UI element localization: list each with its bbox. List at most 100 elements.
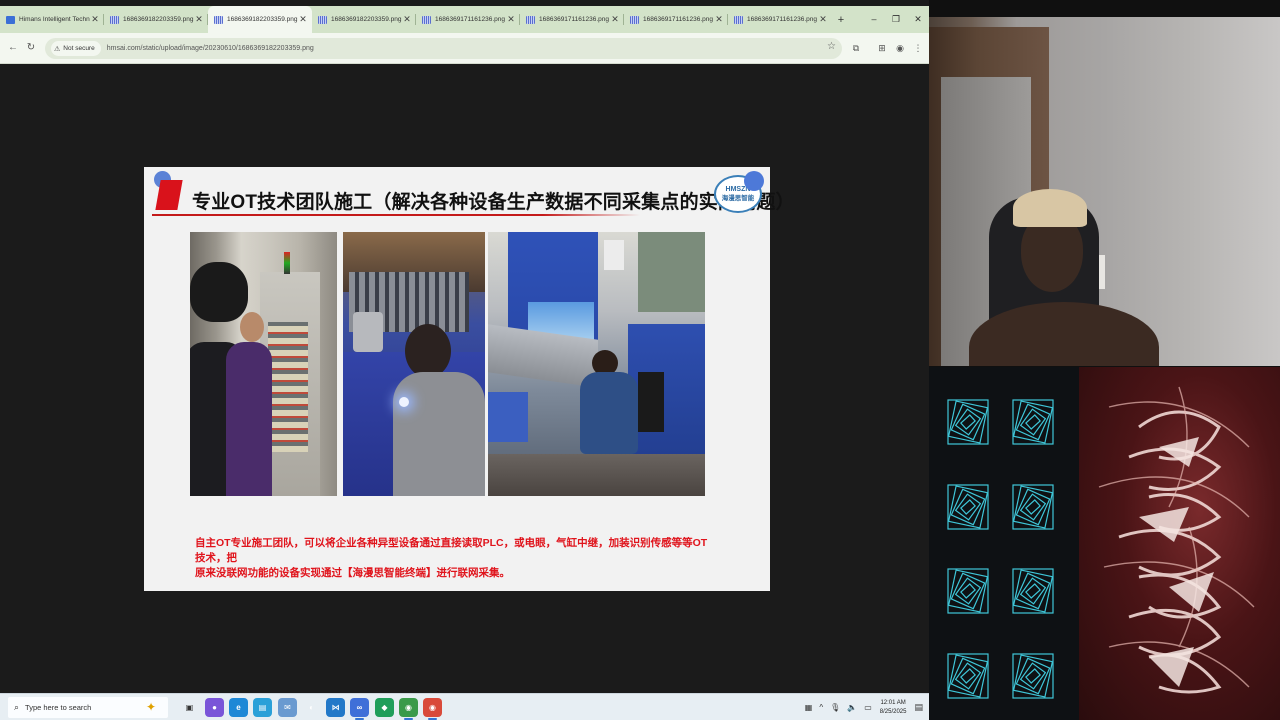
image-favicon-icon bbox=[318, 15, 327, 24]
sidepanel-icon[interactable]: ⧉ bbox=[849, 41, 863, 55]
search-icon: ⌕ bbox=[14, 702, 20, 712]
mail-icon[interactable]: ✉ bbox=[278, 698, 297, 717]
address-bar[interactable]: ⚠ Not secure hmsai.com/static/upload/ima… bbox=[45, 38, 842, 59]
app-orb-icon[interactable]: ● bbox=[205, 698, 224, 717]
tab-image-2-active[interactable]: 1686369182203359.png (1 ✕ bbox=[208, 6, 312, 33]
tab-close-icon[interactable]: ✕ bbox=[818, 14, 828, 25]
spiral-square-icon bbox=[1012, 568, 1054, 614]
windows-taskbar: ⌕ Type here to search ✦ ▣ ● e ▤ ✉ ◐ ⋈ ∞ … bbox=[0, 693, 929, 720]
slide-caption: 自主OT专业施工团队，可以将企业各种异型设备通过直接读取PLC，或电眼，气缸中继… bbox=[195, 536, 715, 581]
site-favicon-icon bbox=[6, 15, 15, 24]
edge-alt-icon[interactable]: ◐ bbox=[302, 698, 321, 717]
site-info-chip[interactable]: ⚠ Not secure bbox=[51, 41, 101, 56]
page-viewport: 专业OT技术团队施工（解决各种设备生产数据不同采集点的实际问题） HMSZN 海… bbox=[0, 65, 929, 693]
tab-image-5[interactable]: 1686369171161236.png (1 ✕ bbox=[520, 6, 624, 33]
taskbar-clock[interactable]: 12:01 AM 8/25/2025 bbox=[880, 699, 907, 717]
url-text[interactable]: hmsai.com/static/upload/image/20230610/1… bbox=[107, 45, 314, 52]
tab-image-7[interactable]: 1686369171161236.png (1 ✕ bbox=[728, 6, 832, 33]
title-accent-mark bbox=[155, 180, 183, 210]
caption-line: 自主OT专业施工团队，可以将企业各种异型设备通过直接读取PLC，或电眼，气缸中继… bbox=[195, 537, 708, 564]
extensions-icon[interactable]: ⊞ bbox=[875, 41, 889, 55]
system-tray: ▦ ^ 🎙 🔈 ▭ 12:01 AM 8/25/2025 ▤ bbox=[798, 694, 923, 720]
slide-image: 专业OT技术团队施工（解决各种设备生产数据不同采集点的实际问题） HMSZN 海… bbox=[144, 167, 795, 591]
webcam-feed bbox=[929, 17, 1280, 366]
tab-title: 1686369171161236.png (1 bbox=[643, 16, 714, 23]
minimize-button[interactable]: – bbox=[863, 6, 885, 33]
light-switch bbox=[1099, 255, 1105, 289]
browser-toolbar: ← ↻ ⚠ Not secure hmsai.com/static/upload… bbox=[0, 33, 929, 64]
tab-himans[interactable]: Himans Intelligent Technolo ✕ bbox=[0, 6, 104, 33]
tab-image-1[interactable]: 1686369182203359.png (1 ✕ bbox=[104, 6, 208, 33]
ribbon-fan-art bbox=[1098, 386, 1255, 694]
network-icon[interactable]: ▭ bbox=[864, 703, 872, 712]
notification-icon[interactable]: ▤ bbox=[914, 702, 923, 713]
spiral-visualizer-grid bbox=[929, 367, 1079, 720]
tab-image-3[interactable]: 1686369182203359.png (1 ✕ bbox=[312, 6, 416, 33]
menu-kebab-icon[interactable]: ⋮ bbox=[911, 41, 925, 55]
tray-chevron-icon[interactable]: ^ bbox=[819, 703, 823, 712]
desktop-screen: Himans Intelligent Technolo ✕ 1686369182… bbox=[0, 0, 1280, 720]
vscode-icon[interactable]: ⋈ bbox=[326, 698, 345, 717]
tab-image-6[interactable]: 1686369171161236.png (1 ✕ bbox=[624, 6, 728, 33]
tab-title: 1686369171161236.png (1 bbox=[747, 16, 818, 23]
meta-icon[interactable]: ∞ bbox=[350, 698, 369, 720]
chrome-profile-icon[interactable]: ◉ bbox=[423, 698, 442, 720]
decorative-dot bbox=[744, 171, 764, 191]
volume-icon[interactable]: 🔈 bbox=[847, 703, 857, 712]
tab-title: 1686369171161236.png (1 bbox=[435, 16, 506, 23]
tab-title: 1686369182203359.png (1 bbox=[227, 16, 298, 23]
tab-image-4[interactable]: 1686369171161236.png (1 ✕ bbox=[416, 6, 520, 33]
spiral-square-icon bbox=[947, 399, 989, 445]
spiral-square-icon bbox=[947, 484, 989, 530]
tab-title: 1686369171161236.png (1 bbox=[539, 16, 610, 23]
search-placeholder: Type here to search bbox=[25, 703, 92, 712]
image-favicon-icon bbox=[734, 15, 743, 24]
taskbar-search-box[interactable]: ⌕ Type here to search bbox=[8, 697, 168, 718]
clock-time: 12:01 AM bbox=[880, 699, 906, 706]
back-button[interactable]: ← bbox=[6, 41, 20, 55]
browser-window: Himans Intelligent Technolo ✕ 1686369182… bbox=[0, 0, 929, 693]
tab-close-icon[interactable]: ✕ bbox=[194, 14, 204, 25]
tab-close-icon[interactable]: ✕ bbox=[90, 14, 100, 25]
title-underline bbox=[152, 214, 640, 216]
tab-strip: Himans Intelligent Technolo ✕ 1686369182… bbox=[0, 6, 929, 33]
app-green-icon[interactable]: ◆ bbox=[375, 698, 394, 717]
reload-button[interactable]: ↻ bbox=[24, 41, 38, 55]
photo-blue-machine bbox=[343, 232, 485, 496]
tab-title: Himans Intelligent Technolo bbox=[19, 16, 90, 23]
spiral-square-icon bbox=[947, 568, 989, 614]
person-cap bbox=[1013, 189, 1087, 227]
copilot-sparkle-icon[interactable]: ✦ bbox=[146, 700, 156, 714]
spiral-square-icon bbox=[1012, 653, 1054, 699]
microphone-icon[interactable]: 🎙 bbox=[830, 703, 840, 712]
taskbar-app-icon[interactable]: ▦ bbox=[805, 703, 813, 712]
clock-date: 8/25/2025 bbox=[879, 708, 907, 715]
image-favicon-icon bbox=[526, 15, 535, 24]
chrome-icon[interactable]: ◉ bbox=[399, 698, 418, 720]
bookmark-star-icon[interactable]: ☆ bbox=[827, 41, 836, 52]
files-icon[interactable]: ▤ bbox=[253, 698, 272, 717]
new-tab-button[interactable]: + bbox=[832, 14, 850, 26]
window-controls: – ❐ ✕ bbox=[863, 6, 929, 33]
tab-title: 1686369182203359.png (1 bbox=[331, 16, 402, 23]
close-window-button[interactable]: ✕ bbox=[907, 6, 929, 33]
logo-text-cn: 海漫思智能 bbox=[721, 195, 755, 202]
spiral-square-icon bbox=[1012, 399, 1054, 445]
security-label: Not secure bbox=[63, 45, 95, 52]
task-view-icon[interactable]: ▣ bbox=[180, 698, 199, 717]
spiral-square-icon bbox=[947, 653, 989, 699]
photo-workshop-technician bbox=[488, 232, 705, 496]
spiral-square-icon bbox=[1012, 484, 1054, 530]
ribbon-visualizer bbox=[1079, 367, 1280, 720]
slide-title: 专业OT技术团队施工（解决各种设备生产数据不同采集点的实际问题） bbox=[192, 192, 795, 213]
tab-close-icon[interactable]: ✕ bbox=[402, 14, 412, 25]
restore-button[interactable]: ❐ bbox=[885, 6, 907, 33]
warning-icon: ⚠ bbox=[54, 45, 61, 53]
tab-close-icon[interactable]: ✕ bbox=[714, 14, 724, 25]
edge-icon[interactable]: e bbox=[229, 698, 248, 717]
tab-close-icon[interactable]: ✕ bbox=[506, 14, 516, 25]
tab-close-icon[interactable]: ✕ bbox=[610, 14, 620, 25]
profile-avatar-icon[interactable]: ◉ bbox=[893, 41, 907, 55]
image-favicon-icon bbox=[214, 15, 223, 24]
tab-close-icon[interactable]: ✕ bbox=[298, 14, 308, 25]
